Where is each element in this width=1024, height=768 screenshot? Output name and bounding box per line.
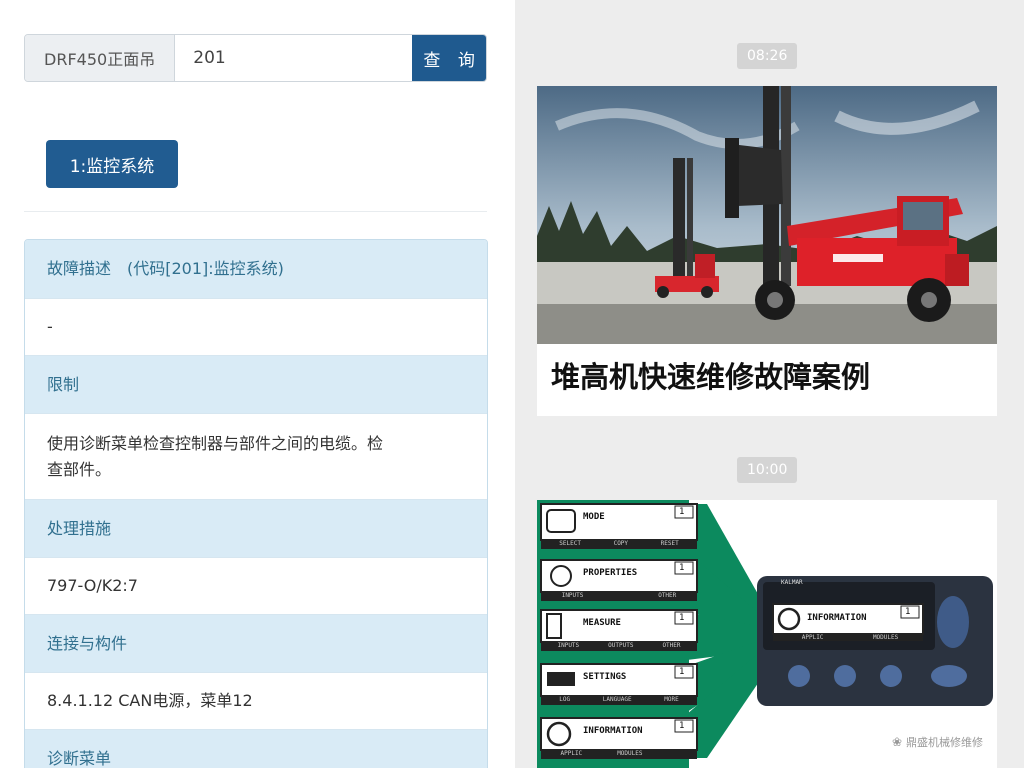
- menu-number-information: 1: [679, 721, 685, 731]
- restriction-line-2: 查部件。: [47, 459, 112, 479]
- menu-sub-settings: LOG LANGUAGE MORE: [543, 696, 695, 703]
- menu-sub-label: MODULES: [617, 750, 643, 757]
- menu-label-settings: SETTINGS: [583, 672, 627, 682]
- message-timestamp: 10:00: [737, 457, 798, 483]
- menu-number-properties: 1: [679, 563, 685, 573]
- connection-header: 连接与构件: [25, 614, 487, 672]
- menu-sub-label: LOG: [559, 696, 571, 703]
- menu-label-information: INFORMATION: [583, 726, 643, 736]
- system-tag-button[interactable]: 1:监控系统: [46, 140, 178, 188]
- diagnostic-header: 诊断菜单: [25, 729, 487, 768]
- menu-sub-label: MORE: [664, 696, 679, 703]
- connection-value: 8.4.1.12 CAN电源，菜单12: [25, 672, 487, 729]
- device-brand-label: KALMAR: [781, 579, 803, 586]
- fault-code-input[interactable]: [175, 35, 413, 81]
- model-label: DRF450正面吊: [25, 35, 176, 81]
- menu-sub-mode: SELECT COPY RESET: [543, 540, 695, 547]
- watermark: ❀ 鼎盛机械修维修: [892, 734, 983, 750]
- query-button[interactable]: 查 询: [412, 35, 486, 81]
- restriction-line-1: 使用诊断菜单检查控制器与部件之间的电缆。检: [47, 433, 384, 453]
- menu-sub-label: OUTPUTS: [608, 642, 634, 649]
- menu-number-mode: 1: [679, 507, 685, 517]
- search-bar: DRF450正面吊 查 询: [24, 34, 487, 82]
- menu-sub-properties: INPUTS OTHER: [543, 592, 695, 599]
- action-value: 797-O/K2:7: [25, 557, 487, 614]
- device-screen-sub: APPLIC MODULES: [777, 634, 923, 641]
- menu-sub-label: LANGUAGE: [602, 696, 632, 703]
- watermark-text: 鼎盛机械修维修: [906, 736, 983, 749]
- forklift-photo: [537, 86, 997, 344]
- chat-icon: ❀: [891, 735, 902, 749]
- menu-label-properties: PROPERTIES: [583, 568, 638, 578]
- article-title: 堆高机快速维修故障案例: [551, 360, 871, 394]
- menu-sub-label: INPUTS: [557, 642, 580, 649]
- menu-number-measure: 1: [679, 613, 685, 623]
- device-screen-label: INFORMATION: [807, 613, 867, 623]
- action-header: 处理措施: [25, 499, 487, 557]
- description-header: 故障描述 (代码[201]:监控系统): [25, 240, 487, 298]
- menu-sub-label: OTHER: [662, 642, 681, 649]
- menu-label-mode: MODE: [583, 512, 605, 522]
- menu-sub-label: SELECT: [559, 540, 581, 547]
- menu-sub-information: APPLIC MODULES: [543, 750, 695, 757]
- device-screen-number: 1: [905, 607, 911, 617]
- menu-number-settings: 1: [679, 667, 685, 677]
- menu-sub-label: APPLIC: [560, 750, 583, 757]
- message-timestamp: 08:26: [737, 43, 798, 69]
- divider: [24, 211, 487, 212]
- device-sub-label: MODULES: [872, 634, 899, 641]
- chat-panel: 08:26 堆高机快速维修故障案例 10:00 MODE PROPERTIES …: [515, 0, 1024, 768]
- menu-sub-label: RESET: [660, 540, 679, 547]
- article-card[interactable]: 堆高机快速维修故障案例: [537, 86, 997, 416]
- restriction-value: 使用诊断菜单检查控制器与部件之间的电缆。检 查部件。: [25, 413, 487, 499]
- menu-label-measure: MEASURE: [583, 618, 621, 628]
- menu-sub-label: COPY: [613, 540, 629, 547]
- device-sub-label: APPLIC: [801, 634, 824, 641]
- restriction-header: 限制: [25, 355, 487, 413]
- menu-sub-measure: INPUTS OUTPUTS OTHER: [543, 642, 695, 649]
- description-value: -: [25, 298, 487, 355]
- image-card[interactable]: MODE PROPERTIES MEASURE SETTINGS INFORMA…: [537, 500, 997, 768]
- fault-detail-panel: 故障描述 (代码[201]:监控系统) - 限制 使用诊断菜单检查控制器与部件之…: [24, 239, 488, 768]
- menu-sub-label: OTHER: [658, 592, 677, 599]
- fault-lookup-panel: DRF450正面吊 查 询 1:监控系统 故障描述 (代码[201]:监控系统)…: [0, 0, 512, 768]
- menu-sub-label: INPUTS: [561, 592, 584, 599]
